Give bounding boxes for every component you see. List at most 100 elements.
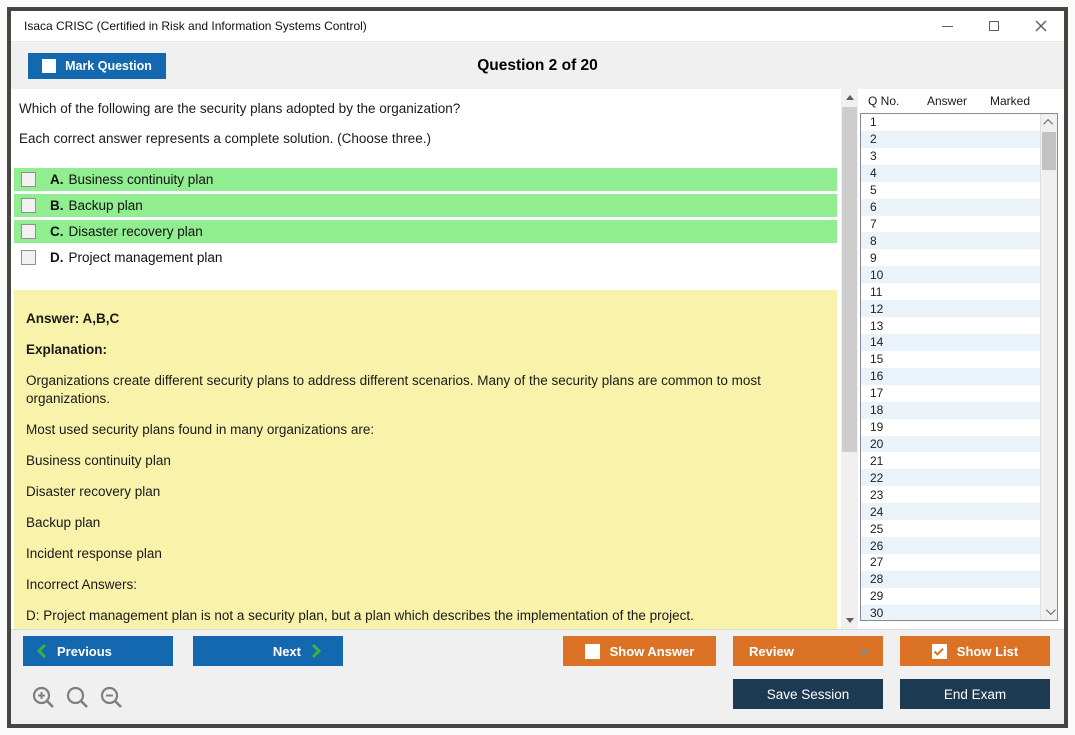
option-checkbox[interactable] [21,250,36,265]
qno-cell: 12 [861,302,916,316]
question-list-row[interactable]: 24 [861,503,1040,520]
list-scroll-up-icon[interactable] [1041,114,1058,131]
show-list-checkbox[interactable] [932,644,947,659]
qno-cell: 21 [861,454,916,468]
question-list-row[interactable]: 27 [861,554,1040,571]
answer-option-b[interactable]: B.Backup plan [14,194,837,217]
question-counter: Question 2 of 20 [11,42,1064,89]
question-list-row[interactable]: 5 [861,182,1040,199]
question-list-row[interactable]: 8 [861,232,1040,249]
explanation-paragraph: Organizations create different security … [26,372,823,408]
question-list-row[interactable]: 29 [861,588,1040,605]
zoom-out-icon[interactable] [99,685,124,710]
question-text: Which of the following are the security … [19,101,460,116]
question-header: Question 2 of 20 Mark Question [11,41,1064,89]
question-list-row[interactable]: 4 [861,165,1040,182]
save-session-button[interactable]: Save Session [733,679,883,709]
qno-cell: 29 [861,589,916,603]
qno-cell: 9 [861,251,916,265]
title-bar: Isaca CRISC (Certified in Risk and Infor… [11,11,1064,41]
question-list-header: Q No. Answer Marked [858,89,1058,113]
qno-cell: 3 [861,149,916,163]
question-list-row[interactable]: 20 [861,436,1040,453]
question-list-row[interactable]: 30 [861,605,1040,621]
answer-option-d[interactable]: D.Project management plan [14,246,837,269]
question-list-row[interactable]: 21 [861,452,1040,469]
check-icon [934,645,944,655]
question-list-scrollbar[interactable] [1040,114,1057,620]
previous-label: Previous [57,644,112,659]
question-list-row[interactable]: 11 [861,283,1040,300]
question-list-row[interactable]: 2 [861,131,1040,148]
option-text: Disaster recovery plan [69,224,203,239]
question-list-row[interactable]: 9 [861,249,1040,266]
answer-label: Answer: A,B,C [26,310,823,328]
zoom-reset-icon[interactable] [65,685,90,710]
chevron-right-icon [311,644,321,658]
scroll-up-icon[interactable] [841,89,858,106]
main-scrollbar[interactable] [841,89,858,629]
maximize-icon[interactable] [987,19,1001,33]
option-letter: C. [50,224,64,239]
answer-option-c[interactable]: C. Disaster recovery plan [14,220,837,243]
question-list-row[interactable]: 7 [861,216,1040,233]
question-list-row[interactable]: 16 [861,368,1040,385]
next-button[interactable]: Next [193,636,343,666]
question-list-row[interactable]: 3 [861,148,1040,165]
qno-cell: 20 [861,437,916,451]
qno-cell: 11 [861,285,916,299]
question-list-row[interactable]: 1 [861,114,1040,131]
question-list-row[interactable]: 10 [861,266,1040,283]
zoom-in-icon[interactable] [31,685,56,710]
close-icon[interactable] [1034,19,1048,33]
end-exam-label: End Exam [944,687,1006,702]
qno-cell: 18 [861,403,916,417]
option-letter: D. [50,250,64,265]
question-list-row[interactable]: 15 [861,351,1040,368]
option-checkbox[interactable] [21,172,36,187]
question-list-row[interactable]: 22 [861,469,1040,486]
option-text: Business continuity plan [69,172,214,187]
minimize-icon[interactable] [940,19,954,33]
explanation-paragraph: Incorrect Answers: [26,576,823,594]
qno-cell: 1 [861,115,916,129]
qno-cell: 25 [861,522,916,536]
question-list-row[interactable]: 28 [861,571,1040,588]
show-answer-button[interactable]: Show Answer [563,636,716,666]
option-checkbox[interactable] [21,198,36,213]
option-letter: A. [50,172,64,187]
question-list-row[interactable]: 23 [861,486,1040,503]
explanation-panel: Answer: A,B,C Explanation: Organizations… [14,290,837,629]
end-exam-button[interactable]: End Exam [900,679,1050,709]
explanation-paragraph: Business continuity plan [26,452,823,470]
answer-option-a[interactable]: A. Business continuity plan [14,168,837,191]
mark-question-checkbox[interactable] [42,59,56,73]
show-list-button[interactable]: Show List [900,636,1050,666]
scroll-down-icon[interactable] [841,612,858,629]
question-list-row[interactable]: 19 [861,419,1040,436]
question-list-row[interactable]: 6 [861,199,1040,216]
question-list-row[interactable]: 17 [861,385,1040,402]
app-window: Isaca CRISC (Certified in Risk and Infor… [7,7,1068,728]
footer-bar: Previous Next Show Answer Review Show Li… [11,629,1064,724]
list-scroll-down-icon[interactable] [1041,603,1058,620]
question-list-row[interactable]: 25 [861,520,1040,537]
question-list-row[interactable]: 13 [861,317,1040,334]
main-scrollbar-thumb[interactable] [842,107,857,452]
list-scrollbar-thumb[interactable] [1042,132,1056,170]
explanation-paragraph: Most used security plans found in many o… [26,421,823,439]
review-button[interactable]: Review [733,636,883,666]
mark-question-label: Mark Question [65,59,152,73]
question-list-row[interactable]: 12 [861,300,1040,317]
question-list-row[interactable]: 14 [861,334,1040,351]
show-answer-checkbox[interactable] [585,644,600,659]
question-list-row[interactable]: 18 [861,402,1040,419]
qno-cell: 17 [861,386,916,400]
previous-button[interactable]: Previous [23,636,173,666]
option-checkbox[interactable] [21,224,36,239]
qno-cell: 22 [861,471,916,485]
option-letter: B. [50,198,64,213]
mark-question-button[interactable]: Mark Question [28,53,166,79]
question-list-row[interactable]: 26 [861,537,1040,554]
qno-cell: 8 [861,234,916,248]
